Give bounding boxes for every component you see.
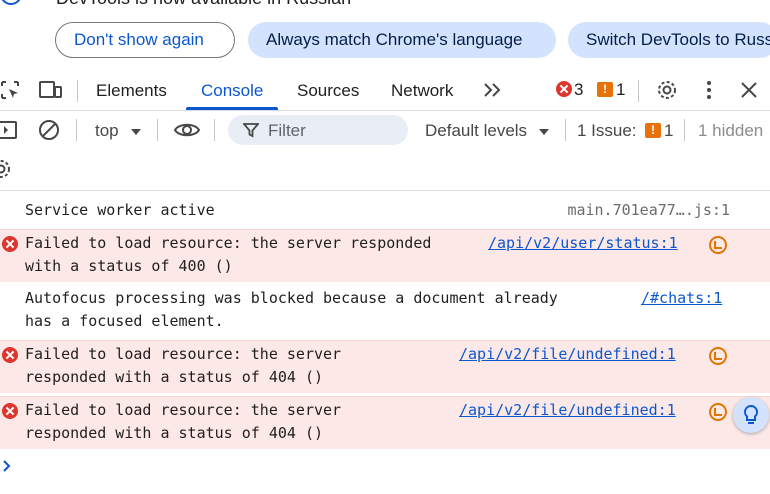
tab-network[interactable]: Network (391, 70, 453, 110)
more-options-icon[interactable] (703, 80, 715, 100)
settings-gear-icon[interactable] (656, 79, 678, 101)
warning-count[interactable]: 1 (616, 80, 625, 100)
tab-console[interactable]: Console (201, 70, 263, 110)
filter-placeholder: Filter (268, 121, 306, 140)
close-icon[interactable] (740, 81, 758, 99)
console-messages (0, 190, 770, 191)
filter-funnel-icon (243, 122, 259, 138)
toolbar-divider (214, 119, 215, 141)
levels-dropdown-icon[interactable] (538, 128, 550, 136)
message-text: Failed to load resource: the server resp… (25, 345, 342, 386)
hidden-messages-count: 1 hidden (698, 121, 764, 140)
network-request-icon[interactable] (709, 403, 727, 421)
toolbar-divider (157, 119, 158, 141)
clear-console-icon[interactable] (38, 119, 60, 141)
message-source-link[interactable]: /api/v2/user/status:1 (488, 232, 678, 255)
network-request-icon[interactable] (709, 347, 727, 365)
toolbar-divider (684, 119, 685, 141)
sidebar-toggle-icon[interactable] (0, 120, 18, 140)
error-count[interactable]: 3 (574, 80, 583, 100)
error-icon (2, 347, 18, 363)
device-toolbar-icon[interactable] (37, 80, 63, 100)
message-text: Service worker active (25, 201, 215, 219)
dont-show-again-button[interactable]: Don't show again (55, 22, 235, 58)
message-source-link[interactable]: /api/v2/file/undefined:1 (459, 399, 676, 422)
info-icon (0, 0, 22, 5)
issue-warning-icon[interactable]: ! (645, 123, 661, 138)
toolbar-divider (76, 119, 77, 141)
issues-label[interactable]: 1 Issue: (577, 121, 637, 141)
more-tabs-chevron-icon[interactable] (482, 82, 502, 98)
message-source-link[interactable]: /api/v2/file/undefined:1 (459, 343, 676, 366)
error-icon (2, 236, 18, 252)
context-dropdown-icon[interactable] (130, 128, 142, 136)
console-prompt-chevron-icon[interactable] (2, 459, 12, 473)
console-message-error: Failed to load resource: the server resp… (0, 396, 770, 449)
message-source-link[interactable]: /#chats:1 (641, 287, 722, 310)
log-levels-dropdown[interactable]: Default levels (425, 121, 527, 141)
switch-devtools-language-button[interactable]: Switch DevTools to Russian (568, 22, 770, 58)
console-message: Service worker active main.701ea77….js:1 (0, 197, 770, 229)
tab-elements[interactable]: Elements (96, 70, 167, 110)
devtools-toolbar: Elements Console Sources Network 3 ! 1 (0, 70, 770, 111)
console-message-error: Failed to load resource: the server resp… (0, 340, 770, 393)
warning-count-icon[interactable]: ! (597, 82, 613, 97)
network-request-icon[interactable] (709, 236, 727, 254)
console-settings-gear-icon[interactable] (0, 158, 18, 180)
infobar-message: DevTools is now available in Russian (56, 0, 351, 9)
toolbar-divider (565, 119, 566, 141)
inspect-element-icon[interactable] (0, 80, 20, 100)
ai-insights-lightbulb-icon[interactable] (733, 397, 769, 433)
issues-count[interactable]: 1 (664, 121, 673, 141)
toolbar-divider (77, 80, 78, 102)
console-message: Autofocus processing was blocked because… (0, 285, 770, 339)
tab-sources[interactable]: Sources (297, 70, 359, 110)
live-expression-eye-icon[interactable] (173, 120, 201, 140)
match-chrome-language-button[interactable]: Always match Chrome's language (248, 22, 556, 58)
toolbar-divider (638, 80, 639, 102)
active-tab-indicator (186, 107, 278, 110)
console-message-error: Failed to load resource: the server resp… (0, 229, 770, 282)
message-source[interactable]: main.701ea77….js:1 (567, 199, 730, 222)
message-text: Failed to load resource: the server resp… (25, 401, 342, 442)
message-text: Failed to load resource: the server resp… (25, 234, 432, 275)
context-selector[interactable]: top (95, 121, 119, 141)
message-text: Autofocus processing was blocked because… (25, 289, 558, 330)
error-count-icon[interactable] (556, 81, 572, 97)
error-icon (2, 403, 18, 419)
